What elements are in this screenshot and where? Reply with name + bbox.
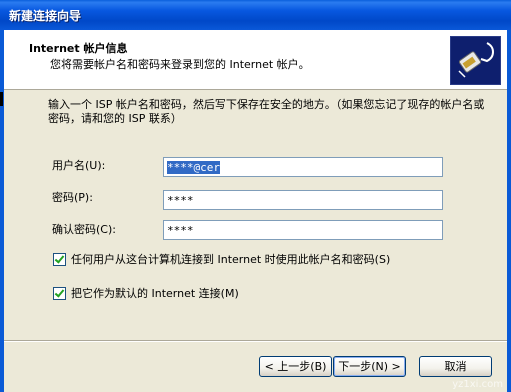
window-title: 新建连接向导 — [9, 9, 82, 23]
username-value: ****@cer — [167, 161, 220, 174]
password-value: **** — [167, 194, 194, 207]
confirm-password-label: 确认密码(C): — [52, 223, 116, 236]
wizard-header: Internet 帐户信息 您将需要帐户名和密码来登录到您的 Internet … — [4, 30, 507, 90]
password-label: 密码(P): — [52, 191, 93, 204]
page-title: Internet 帐户信息 — [29, 42, 128, 55]
cancel-button[interactable]: 取消 — [419, 356, 492, 377]
any-user-checkbox-label: 任何用户从这台计算机连接到 Internet 时使用此帐户名和密码(S) — [71, 253, 391, 266]
any-user-checkbox[interactable] — [53, 252, 66, 266]
footer-divider — [4, 340, 507, 342]
default-connection-checkbox[interactable] — [53, 286, 66, 300]
window-frame-right — [507, 30, 511, 392]
instruction-text: 输入一个 ISP 帐户名和密码，然后写下保存在安全的地方。（如果您忘记了现存的帐… — [48, 98, 485, 125]
confirm-password-input[interactable]: **** — [163, 220, 443, 240]
page-subtitle: 您将需要帐户名和密码来登录到您的 Internet 帐户。 — [50, 58, 310, 71]
network-cable-icon — [450, 36, 501, 85]
back-button[interactable]: < 上一步(B) — [259, 356, 332, 377]
title-bar: 新建连接向导 — [0, 0, 511, 30]
window-edge-marker — [0, 92, 3, 106]
watermark-text: yz1xi.com — [452, 379, 503, 390]
next-button[interactable]: 下一步(N) > — [333, 356, 406, 377]
username-input[interactable]: ****@cer — [163, 157, 443, 177]
confirm-password-value: **** — [167, 224, 194, 237]
any-user-checkbox-row[interactable]: 任何用户从这台计算机连接到 Internet 时使用此帐户名和密码(S) — [53, 251, 390, 267]
username-label: 用户名(U): — [52, 159, 106, 172]
default-connection-checkbox-label: 把它作为默认的 Internet 连接(M) — [71, 287, 239, 300]
default-connection-checkbox-row[interactable]: 把它作为默认的 Internet 连接(M) — [53, 285, 239, 301]
password-input[interactable]: **** — [163, 190, 443, 210]
